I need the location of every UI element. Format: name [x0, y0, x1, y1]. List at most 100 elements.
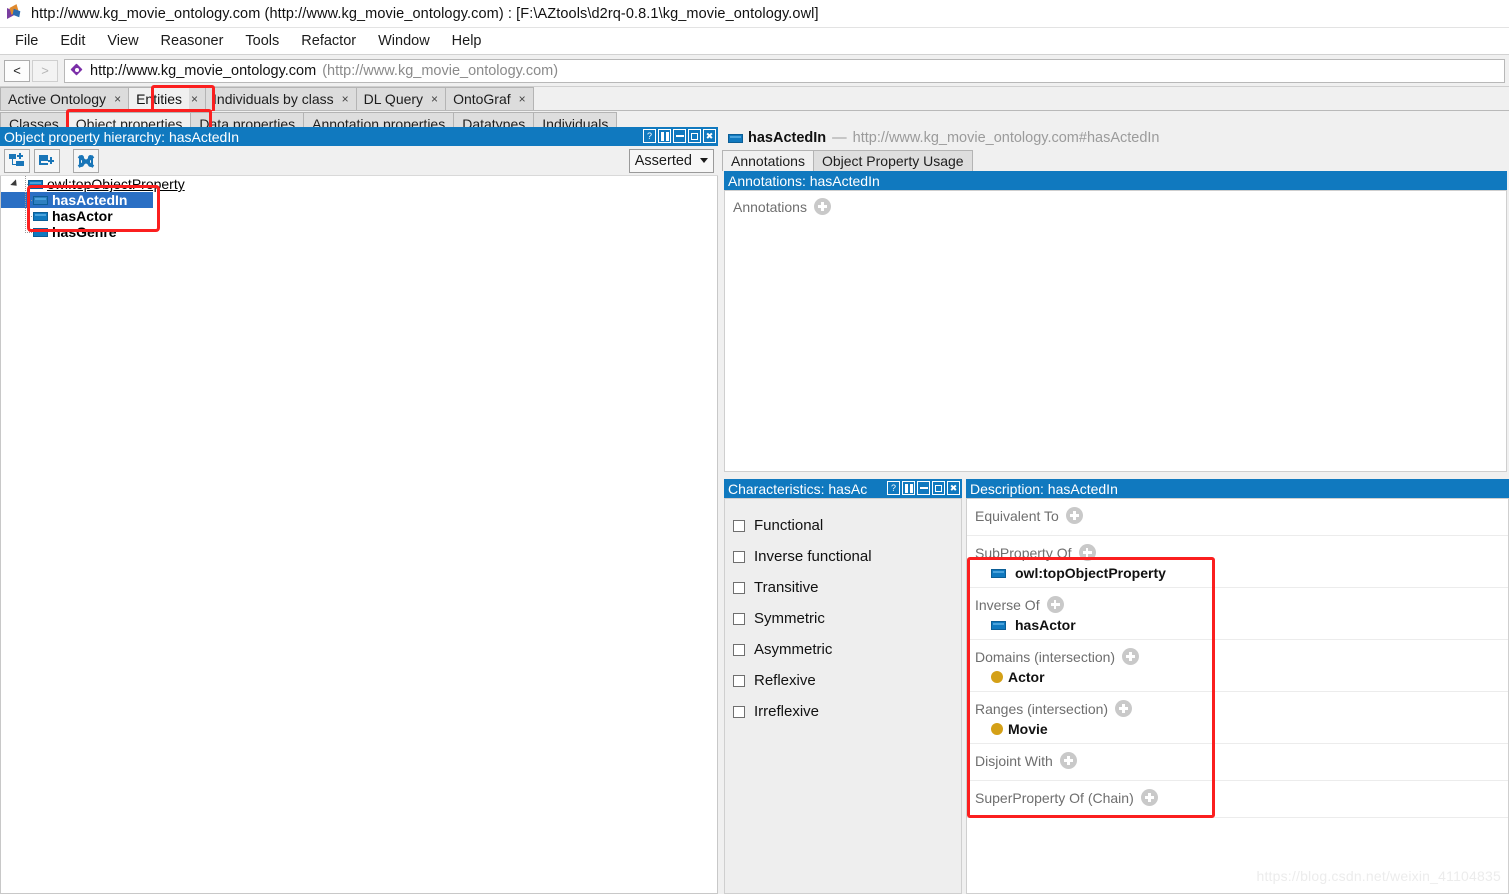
tab-entities-close-holder[interactable]: ×: [189, 87, 207, 110]
tab-ontograf[interactable]: OntoGraf ×: [445, 87, 534, 110]
add-superproperty-chain-button[interactable]: [1140, 789, 1158, 806]
characteristic-label: Irreflexive: [754, 703, 820, 720]
watermark: https://blog.csdn.net/weixin_41104835: [1256, 868, 1501, 884]
help-icon[interactable]: ?: [643, 129, 656, 143]
entity-tab-strip: Annotations Object Property Usage: [722, 149, 1509, 171]
checkbox-icon[interactable]: [733, 705, 745, 718]
back-button[interactable]: <: [4, 59, 30, 82]
object-property-tree[interactable]: owl:topObjectProperty hasActedIn hasActo…: [0, 176, 718, 894]
ontology-iri-field[interactable]: http://www.kg_movie_ontology.com (http:/…: [64, 58, 1505, 83]
add-sibling-property-button[interactable]: [34, 148, 60, 173]
checkbox-icon[interactable]: [733, 612, 745, 625]
maximize-icon[interactable]: [932, 481, 945, 495]
hierarchy-panel-title: Object property hierarchy: hasActedIn: [4, 128, 240, 145]
characteristic-asymmetric[interactable]: Asymmetric: [725, 634, 961, 665]
annotations-list[interactable]: Annotations: [724, 190, 1507, 472]
close-icon[interactable]: ×: [114, 92, 121, 106]
split-icon[interactable]: [658, 129, 671, 143]
hierarchy-view-value: Asserted: [634, 152, 692, 169]
minimize-icon[interactable]: [673, 129, 686, 143]
annotations-panel-title: Annotations: hasActedIn: [728, 172, 880, 189]
delete-property-icon: [77, 154, 95, 168]
checkbox-icon[interactable]: [733, 519, 745, 532]
add-sub-property-button[interactable]: [4, 148, 30, 173]
add-domain-button[interactable]: [1122, 648, 1140, 665]
protege-application-window: http://www.kg_movie_ontology.com (http:/…: [0, 0, 1509, 894]
object-property-icon: [728, 133, 743, 143]
list-item[interactable]: Actor: [967, 668, 1508, 691]
annotations-add-row: Annotations: [725, 191, 1506, 215]
close-icon[interactable]: ×: [191, 92, 198, 106]
minimize-icon[interactable]: [917, 481, 930, 495]
characteristic-symmetric[interactable]: Symmetric: [725, 603, 961, 634]
section-label: Inverse Of: [975, 596, 1040, 613]
menu-window[interactable]: Window: [367, 31, 441, 51]
hierarchy-panel-title-bar: Object property hierarchy: hasActedIn ? …: [0, 127, 718, 146]
checkbox-icon[interactable]: [733, 643, 745, 656]
tab-object-property-usage[interactable]: Object Property Usage: [812, 150, 973, 171]
description-section-ranges: Ranges (intersection) Movie: [967, 692, 1508, 744]
close-icon[interactable]: ✖: [703, 129, 716, 143]
description-list: Equivalent To SubProperty Of owl:topObje…: [966, 498, 1509, 894]
entity-header: hasActedIn — http://www.kg_movie_ontolog…: [722, 127, 1509, 149]
menu-edit[interactable]: Edit: [49, 31, 96, 51]
tree-row[interactable]: hasActedIn: [1, 192, 153, 208]
add-disjoint-with-button[interactable]: [1059, 752, 1077, 769]
description-section-inverse-of: Inverse Of hasActor: [967, 588, 1508, 640]
tab-dl-query[interactable]: DL Query ×: [355, 87, 447, 110]
menu-reasoner[interactable]: Reasoner: [150, 31, 235, 51]
menu-file[interactable]: File: [4, 31, 49, 51]
help-icon[interactable]: ?: [887, 481, 900, 495]
annotations-panel-title-bar: Annotations: hasActedIn: [724, 171, 1507, 190]
list-item[interactable]: owl:topObjectProperty: [967, 564, 1508, 587]
characteristic-reflexive[interactable]: Reflexive: [725, 665, 961, 696]
description-section-superproperty-chain: SuperProperty Of (Chain): [967, 781, 1508, 818]
tree-row[interactable]: hasActor: [1, 208, 717, 224]
tree-item-label: hasActedIn: [52, 192, 128, 208]
divider: [967, 817, 1508, 818]
entity-name: hasActedIn: [748, 130, 827, 146]
characteristic-irreflexive[interactable]: Irreflexive: [725, 696, 961, 727]
navigation-bar: < > http://www.kg_movie_ontology.com (ht…: [0, 55, 1509, 87]
checkbox-icon[interactable]: [733, 581, 745, 594]
tab-active-ontology[interactable]: Active Ontology ×: [0, 87, 130, 110]
characteristic-inverse-functional[interactable]: Inverse functional: [725, 541, 961, 572]
list-item[interactable]: hasActor: [967, 616, 1508, 639]
list-item[interactable]: Movie: [967, 720, 1508, 743]
menu-tools[interactable]: Tools: [234, 31, 290, 51]
forward-button[interactable]: >: [32, 59, 58, 82]
checkbox-icon[interactable]: [733, 550, 745, 563]
menu-help[interactable]: Help: [441, 31, 493, 51]
close-icon[interactable]: ×: [431, 92, 438, 106]
add-equivalent-to-button[interactable]: [1065, 507, 1083, 524]
tab-entities[interactable]: Entities: [128, 87, 190, 110]
characteristic-transitive[interactable]: Transitive: [725, 572, 961, 603]
hierarchy-view-selector[interactable]: Asserted: [628, 148, 714, 173]
characteristics-panel-title-bar: Characteristics: hasAc ? ✖: [724, 479, 962, 498]
checkbox-icon[interactable]: [733, 674, 745, 687]
expand-toggle-icon[interactable]: [7, 179, 20, 189]
lower-detail-area: Characteristics: hasAc ? ✖ Functional In…: [722, 479, 1509, 894]
menu-refactor[interactable]: Refactor: [290, 31, 367, 51]
add-annotation-button[interactable]: [813, 198, 831, 215]
close-icon[interactable]: ×: [519, 92, 526, 106]
menu-view[interactable]: View: [96, 31, 149, 51]
delete-property-button[interactable]: [73, 148, 99, 173]
tree-row[interactable]: hasGenre: [1, 224, 717, 240]
class-icon: [991, 671, 1003, 683]
tree-item-label: hasActor: [52, 208, 113, 224]
add-range-button[interactable]: [1115, 700, 1133, 717]
tab-individuals-by-class[interactable]: Individuals by class ×: [205, 87, 357, 110]
add-inverse-of-button[interactable]: [1046, 596, 1064, 613]
split-icon[interactable]: [902, 481, 915, 495]
maximize-icon[interactable]: [688, 129, 701, 143]
section-label: Equivalent To: [975, 507, 1059, 524]
characteristic-functional[interactable]: Functional: [725, 510, 961, 541]
close-icon[interactable]: ×: [342, 92, 349, 106]
add-subproperty-of-button[interactable]: [1078, 544, 1096, 561]
characteristic-label: Asymmetric: [754, 641, 833, 658]
close-icon[interactable]: ✖: [947, 481, 960, 495]
tree-row[interactable]: owl:topObjectProperty: [1, 176, 717, 192]
section-label: SuperProperty Of (Chain): [975, 789, 1134, 806]
tab-annotations[interactable]: Annotations: [722, 150, 814, 171]
